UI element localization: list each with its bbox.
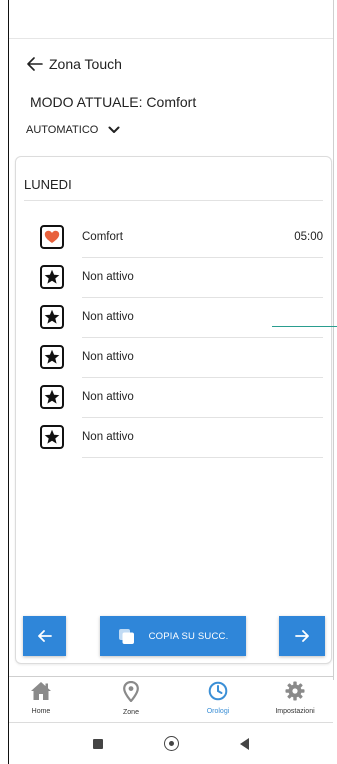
arrow-left-icon xyxy=(37,630,52,642)
back-triangle-icon[interactable] xyxy=(240,738,249,750)
row-divider xyxy=(82,457,323,458)
home-icon xyxy=(31,682,51,700)
schedule-row[interactable]: Non attivo xyxy=(16,305,333,345)
row-divider xyxy=(82,257,323,258)
nav-item-orologi[interactable]: Orologi xyxy=(186,681,250,715)
nav-item-zone[interactable]: Zone xyxy=(99,680,163,716)
row-divider xyxy=(82,297,323,298)
mode-dropdown[interactable]: AUTOMATICO xyxy=(26,124,120,136)
nav-label: Zone xyxy=(123,709,139,716)
arrow-right-icon xyxy=(295,630,309,642)
decorative-line xyxy=(272,326,337,327)
next-day-button[interactable] xyxy=(279,616,325,656)
star-icon xyxy=(40,425,64,449)
row-label: Non attivo xyxy=(82,351,134,363)
app-header: Zona Touch MODO ATTUALE: Comfort AUTOMAT… xyxy=(9,46,333,156)
heart-icon xyxy=(40,225,64,249)
copy-icon xyxy=(118,628,134,644)
row-label: Comfort xyxy=(82,231,123,243)
chevron-down-icon xyxy=(108,126,120,133)
star-icon xyxy=(40,305,64,329)
row-time: 05:00 xyxy=(294,231,323,243)
location-pin-icon xyxy=(123,680,139,703)
row-label: Non attivo xyxy=(82,311,134,323)
back-button[interactable]: Zona Touch xyxy=(27,56,122,72)
schedule-row[interactable]: Non attivo xyxy=(16,265,333,305)
back-label: Zona Touch xyxy=(49,56,122,72)
row-divider xyxy=(82,377,323,378)
current-mode-label: MODO ATTUALE: Comfort xyxy=(30,94,197,110)
nav-label: Impostazioni xyxy=(275,708,315,715)
schedule-card: LUNEDI Comfort 05:00 Non attivo Non atti… xyxy=(15,156,332,664)
schedule-row[interactable]: Non attivo xyxy=(16,425,333,465)
nav-label: Orologi xyxy=(206,708,230,715)
schedule-row[interactable]: Non attivo xyxy=(16,345,333,385)
copy-to-next-button[interactable]: COPIA SU SUCC. xyxy=(100,616,246,656)
nav-label: Home xyxy=(31,708,51,715)
status-bar-divider xyxy=(9,38,333,39)
row-label: Non attivo xyxy=(82,431,134,443)
clock-icon xyxy=(208,681,228,701)
day-divider xyxy=(24,200,323,201)
row-divider xyxy=(82,417,323,418)
gear-icon xyxy=(285,681,305,701)
row-label: Non attivo xyxy=(82,391,134,403)
home-circle-icon[interactable] xyxy=(164,736,179,751)
frame-border-right xyxy=(333,0,334,680)
nav-item-impostazioni[interactable]: Impostazioni xyxy=(263,681,327,715)
nav-item-home[interactable]: Home xyxy=(9,681,73,715)
system-navigation-bar xyxy=(9,722,333,764)
schedule-row[interactable]: Non attivo xyxy=(16,385,333,425)
day-title: LUNEDI xyxy=(24,177,72,192)
arrow-left-icon xyxy=(27,57,43,71)
row-label: Non attivo xyxy=(82,271,134,283)
star-icon xyxy=(40,345,64,369)
copy-button-label: COPIA SU SUCC. xyxy=(148,630,229,642)
mode-dropdown-value: AUTOMATICO xyxy=(26,124,99,136)
bottom-navigation: Home Zone Orologi Impostazioni xyxy=(9,676,333,722)
star-icon xyxy=(40,265,64,289)
star-icon xyxy=(40,385,64,409)
row-divider xyxy=(82,337,323,338)
previous-day-button[interactable] xyxy=(23,616,66,656)
schedule-row[interactable]: Comfort 05:00 xyxy=(16,225,333,265)
recent-apps-icon[interactable] xyxy=(93,739,103,749)
